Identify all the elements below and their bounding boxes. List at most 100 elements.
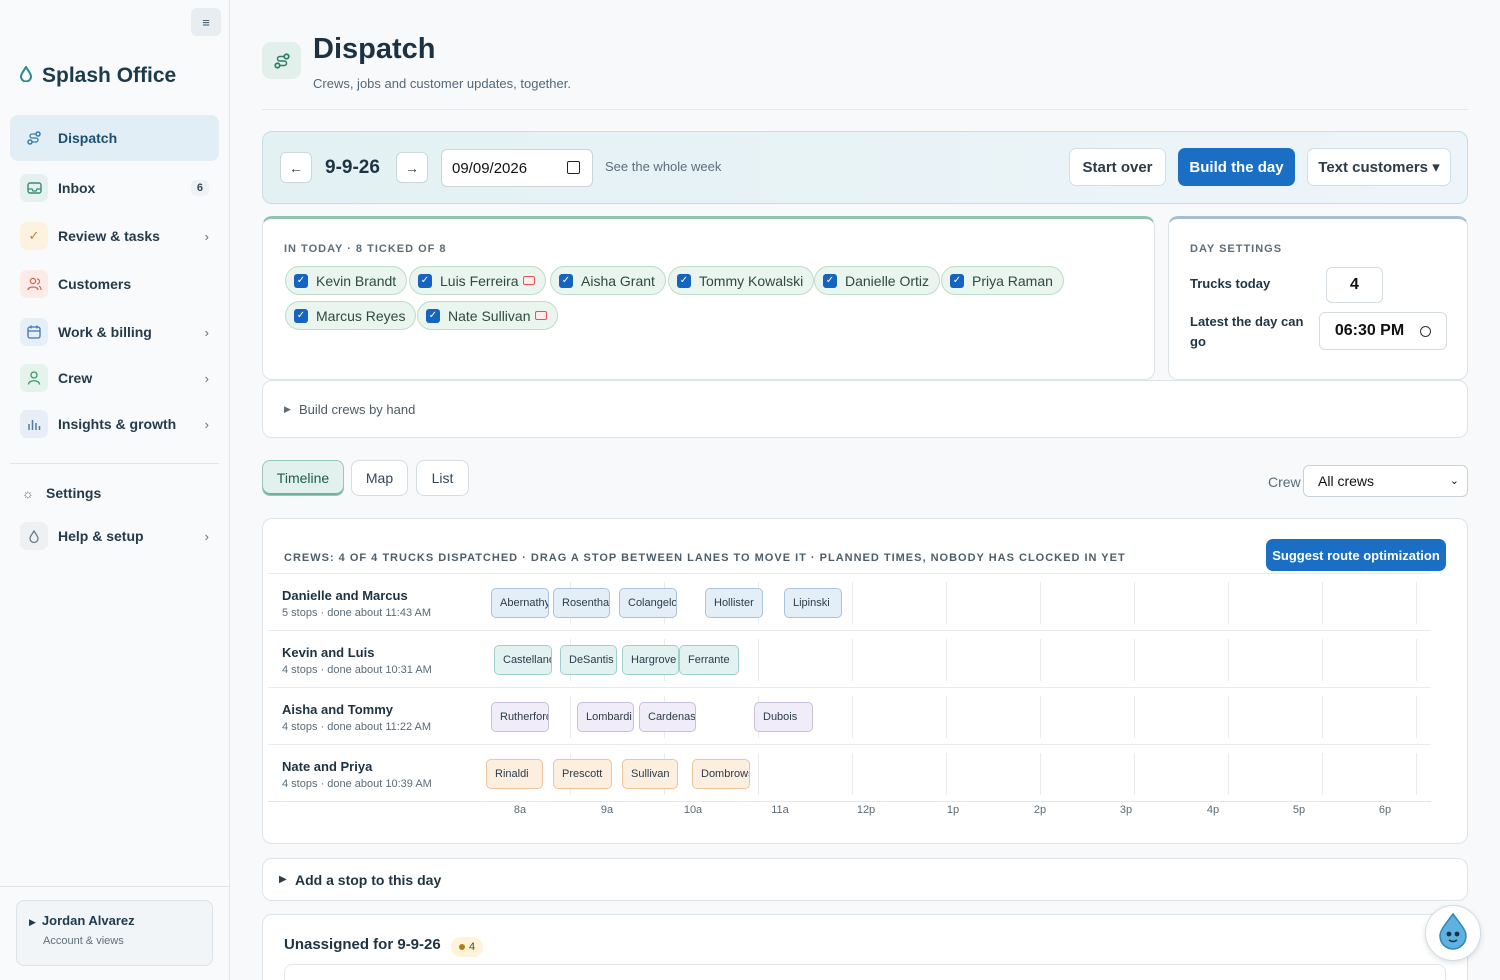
stop-block[interactable]: Hargrove [622,645,679,675]
stop-block[interactable]: Cardenas [639,702,696,732]
sidebar-item-work-billing[interactable]: Work & billing › [10,309,219,355]
assistant-mascot-button[interactable] [1425,905,1481,961]
stop-block[interactable]: Dombrowski [692,759,750,789]
checkbox-checked-icon[interactable]: ✓ [294,273,308,288]
hour-gridline [946,696,947,738]
crew-chip[interactable]: ✓ Tommy Kowalski [668,266,815,295]
stop-block[interactable]: DeSantis [560,645,617,675]
unassigned-section: Unassigned for 9-9-26 4 [262,914,1468,980]
stop-block[interactable]: Rutherford [491,702,549,732]
trucks-today-label: Trucks today [1190,276,1271,291]
arrow-right-icon: → [405,159,419,176]
add-stop-label: Add a stop to this day [295,872,442,888]
chevron-right-icon: › [204,528,209,544]
checkbox-checked-icon[interactable]: ✓ [418,273,432,288]
hour-gridline [1134,582,1135,624]
stop-block[interactable]: Rinaldi [486,759,543,789]
checkbox-checked-icon[interactable]: ✓ [559,273,573,288]
stop-block[interactable]: Prescott [553,759,612,789]
stop-block[interactable]: Abernathy [491,588,549,618]
sidebar-item-insights-growth[interactable]: Insights & growth › [10,401,219,447]
suggest-route-optimization-button[interactable]: Suggest route optimization [1266,539,1446,571]
inbox-icon [20,174,48,202]
tab-list[interactable]: List [416,460,469,496]
sidebar-item-settings[interactable]: ☼ Settings [10,471,219,515]
brand-name: Splash Office [42,64,177,87]
stop-block[interactable]: Ferrante [679,645,739,675]
chip-label: Danielle Ortiz [845,272,930,289]
users-icon [20,270,48,298]
sidebar-item-crew[interactable]: Crew › [10,355,219,401]
hour-gridline [852,753,853,795]
tab-timeline[interactable]: Timeline [262,460,344,496]
sidebar-item-help-setup[interactable]: Help & setup › [10,513,219,559]
sidebar-collapse-button[interactable]: ≡ [191,8,221,36]
stop-block[interactable]: Lombardi [577,702,634,732]
calendar-icon[interactable] [567,161,580,174]
sidebar-item-customers[interactable]: Customers [10,261,219,307]
clock-icon[interactable] [1420,325,1432,337]
crew-chip[interactable]: ✓ Luis Ferreira [409,266,546,295]
sidebar-item-inbox[interactable]: Inbox 6 [10,165,219,211]
crew-chip[interactable]: ✓ Marcus Reyes [285,301,417,330]
caret-right-icon: ▶ [279,874,287,885]
build-by-hand-disclosure[interactable]: ▶ Build crews by hand [262,380,1468,438]
stop-block[interactable]: Castellano [494,645,552,675]
time-tick-label: 12p [856,804,876,816]
see-whole-week-link[interactable]: See the whole week [605,159,721,174]
hour-gridline [1040,582,1041,624]
checkbox-checked-icon[interactable]: ✓ [677,273,691,288]
sidebar-item-review-tasks[interactable]: ✓ Review & tasks › [10,213,219,259]
stop-block[interactable]: Dubois [754,702,813,732]
nav-divider [10,463,219,464]
checkbox-checked-icon[interactable]: ✓ [823,273,837,288]
tab-map[interactable]: Map [351,460,408,496]
lane-summary: 4 stops · done about 11:22 AM [282,721,432,733]
sidebar-item-dispatch[interactable]: Dispatch [10,115,219,161]
sidebar-item-label: Inbox [58,180,96,196]
hour-gridline [1416,696,1417,738]
stop-block[interactable]: Sullivan [622,759,678,789]
calendar-icon [20,318,48,346]
build-day-button[interactable]: Build the day [1178,148,1295,186]
date-input[interactable]: 09/09/2026 [441,149,593,187]
sidebar-item-label: Customers [58,276,132,292]
crew-chip[interactable]: ✓ Kevin Brandt [285,266,408,295]
stop-block[interactable]: Rosenthal [553,588,610,618]
build-by-hand-label: Build crews by hand [299,402,416,417]
page-subtitle: Crews, jobs and customer updates, togeth… [313,76,571,91]
checkbox-checked-icon[interactable]: ✓ [294,308,308,323]
add-stop-disclosure[interactable]: ▶ Add a stop to this day [262,858,1468,901]
hour-gridline [852,582,853,624]
crew-chip[interactable]: ✓ Aisha Grant [550,266,666,295]
stop-block[interactable]: Lipinski [784,588,842,618]
crew-chip[interactable]: ✓ Nate Sullivan [417,301,558,330]
route-icon [262,42,301,79]
unassigned-count: 4 [469,941,476,953]
check-icon: ✓ [20,222,48,250]
latest-time-input[interactable]: 06:30 PM [1319,312,1447,350]
hour-gridline [1040,696,1041,738]
time-tick-label: 5p [1292,804,1306,816]
stop-block[interactable]: Colangelo [619,588,677,618]
crew-filter-select[interactable]: All crews ⌄ [1303,465,1468,497]
latest-time-label: Latest the day can go [1190,314,1304,349]
hour-gridline [1228,639,1229,681]
stop-block[interactable]: Hollister [705,588,763,618]
time-tick-label: 2p [1033,804,1047,816]
crew-lane: Danielle and Marcus 5 stops · done about … [268,573,1431,630]
crew-chip[interactable]: ✓ Danielle Ortiz [814,266,941,295]
hour-gridline [1322,696,1323,738]
checkbox-checked-icon[interactable]: ✓ [950,273,964,288]
in-today-card: IN TODAY · 8 TICKED OF 8 ✓ Kevin Brandt ✓… [262,216,1155,380]
text-customers-button[interactable]: Text customers ▾ [1307,148,1451,186]
hour-gridline [1322,753,1323,795]
next-day-button[interactable]: → [396,152,428,183]
trucks-today-input[interactable]: 4 [1326,267,1383,303]
start-over-button[interactable]: Start over [1069,148,1166,186]
bar-chart-icon [20,410,48,438]
account-menu[interactable]: ▶ Jordan Alvarez Account & views [16,900,213,966]
checkbox-checked-icon[interactable]: ✓ [426,308,440,323]
prev-day-button[interactable]: ← [280,152,312,183]
crew-chip[interactable]: ✓ Priya Raman [941,266,1064,295]
